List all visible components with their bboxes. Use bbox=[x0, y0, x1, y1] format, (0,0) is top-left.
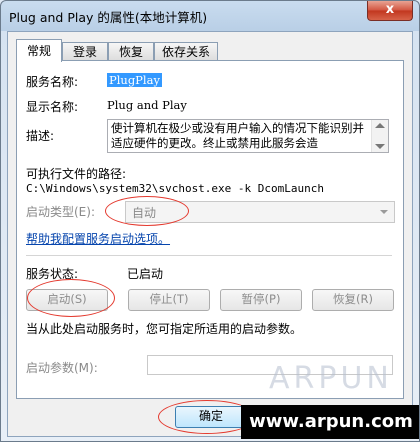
tab-recovery[interactable]: 恢复 bbox=[108, 42, 154, 61]
description-text: 使计算机在极少或没有用户输入的情况下能识别并适应硬件的更改。终止或禁用此服务会造 bbox=[111, 121, 364, 150]
service-name-label: 服务名称: bbox=[26, 75, 79, 89]
display-name-label: 显示名称: bbox=[26, 100, 79, 114]
pause-button[interactable]: 暂停(P) bbox=[220, 289, 302, 311]
tab-logon[interactable]: 登录 bbox=[62, 42, 108, 61]
scroll-up-icon[interactable] bbox=[375, 123, 385, 128]
startup-type-label: 启动类型(E): bbox=[26, 205, 95, 219]
description-label: 描述: bbox=[26, 129, 55, 143]
close-button[interactable]: x bbox=[367, 1, 413, 21]
scroll-down-icon[interactable] bbox=[375, 144, 385, 149]
stop-button[interactable]: 停止(T) bbox=[128, 289, 210, 311]
watermark-url: www.arpun.com bbox=[241, 405, 419, 439]
help-configure-startup-link[interactable]: 帮助我配置服务启动选项。 bbox=[26, 230, 170, 247]
ok-button[interactable]: 确定 bbox=[175, 406, 247, 428]
tab-dependencies[interactable]: 依存关系 bbox=[154, 42, 218, 61]
exe-path-value[interactable]: C:\Windows\system32\svchost.exe -k DcomL… bbox=[26, 182, 324, 195]
service-status-value: 已启动 bbox=[127, 267, 164, 281]
start-params-label: 启动参数(M): bbox=[26, 361, 98, 375]
service-status-label: 服务状态: bbox=[26, 267, 79, 281]
start-button[interactable]: 启动(S) bbox=[26, 289, 108, 311]
startup-type-value: 自动 bbox=[132, 206, 157, 220]
start-params-hint: 当从此处启动服务时，您可指定所适用的启动参数。 bbox=[26, 322, 303, 336]
window-title: Plug and Play 的属性(本地计算机) bbox=[9, 10, 208, 25]
description-scrollbar[interactable] bbox=[371, 120, 388, 152]
general-tab-panel: 服务名称: PlugPlay 显示名称: Plug and Play 描述: 使… bbox=[16, 60, 404, 399]
display-name-value[interactable]: Plug and Play bbox=[107, 98, 187, 112]
tab-general[interactable]: 常规 bbox=[16, 39, 62, 62]
title-bar[interactable]: Plug and Play 的属性(本地计算机) x bbox=[1, 1, 419, 31]
resume-button[interactable]: 恢复(R) bbox=[312, 289, 394, 311]
startup-type-select[interactable]: 自动 bbox=[125, 201, 395, 223]
close-icon: x bbox=[385, 2, 395, 17]
divider bbox=[26, 255, 392, 256]
properties-dialog: Plug and Play 的属性(本地计算机) x 常规 登录 恢复 依存关系… bbox=[0, 0, 420, 442]
chevron-down-icon bbox=[380, 210, 388, 214]
watermark-brand: ARPUN bbox=[269, 361, 393, 396]
service-name-value[interactable]: PlugPlay bbox=[107, 73, 162, 87]
description-box[interactable]: 使计算机在极少或没有用户输入的情况下能识别并适应硬件的更改。终止或禁用此服务会造 bbox=[107, 119, 389, 153]
exe-path-label: 可执行文件的路径: bbox=[26, 167, 127, 181]
